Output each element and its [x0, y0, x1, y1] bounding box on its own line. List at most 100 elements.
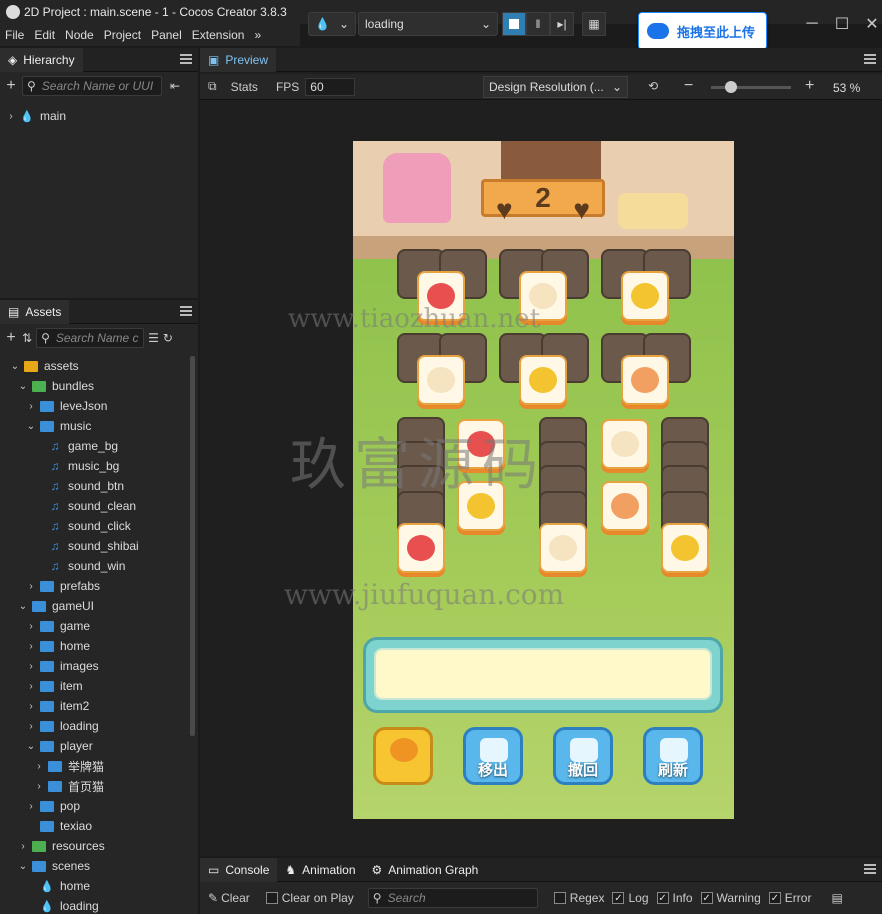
clear-on-play-checkbox[interactable]: Clear on Play — [265, 891, 354, 905]
chevron-right-icon[interactable]: › — [26, 661, 36, 672]
asset-item[interactable]: ⌄ assets — [0, 356, 198, 376]
pause-button[interactable]: ‖ — [526, 12, 550, 36]
add-asset-icon[interactable]: + — [4, 329, 18, 347]
chevron-down-icon[interactable]: ⌄ — [18, 601, 28, 612]
tab-animation[interactable]: ♞ Animation — [277, 858, 363, 882]
chevron-right-icon[interactable]: › — [6, 111, 16, 122]
asset-item[interactable]: › game — [0, 616, 198, 636]
asset-item[interactable]: › prefabs — [0, 576, 198, 596]
game-tile[interactable] — [539, 523, 587, 573]
hierarchy-menu-icon[interactable] — [180, 54, 192, 64]
close-button[interactable]: ✕ — [858, 12, 882, 36]
menu-node[interactable]: Node — [60, 28, 99, 42]
chevron-right-icon[interactable]: › — [26, 401, 36, 412]
chevron-right-icon[interactable]: › — [26, 721, 36, 732]
asset-item[interactable]: › leveJson — [0, 396, 198, 416]
game-tile[interactable] — [397, 523, 445, 573]
refresh-button[interactable]: 刷新 — [643, 727, 703, 785]
game-tile[interactable] — [519, 355, 567, 405]
asset-item[interactable]: ♫ music_bg — [0, 456, 198, 476]
chevron-down-icon[interactable]: ⌄ — [26, 421, 36, 432]
rotate-icon[interactable]: ⟲ — [648, 79, 658, 93]
game-tile[interactable] — [621, 355, 669, 405]
chevron-right-icon[interactable]: › — [26, 621, 36, 632]
checkbox-box[interactable] — [553, 892, 566, 904]
stop-button[interactable] — [502, 12, 526, 36]
zoom-slider-handle[interactable] — [725, 81, 737, 93]
assets-search-input[interactable]: ⚲ Search Name c — [36, 328, 145, 348]
maximize-button[interactable]: ☐ — [828, 12, 856, 36]
console-menu-icon[interactable] — [864, 864, 876, 874]
hierarchy-item-main[interactable]: › 💧 main — [0, 106, 198, 126]
asset-item[interactable]: ⌄ player — [0, 736, 198, 756]
asset-item[interactable]: texiao — [0, 816, 198, 836]
asset-item[interactable]: › item2 — [0, 696, 198, 716]
game-tile[interactable] — [661, 523, 709, 573]
minimize-button[interactable]: ─ — [798, 12, 826, 36]
design-resolution-select[interactable]: Design Resolution (... ⌄ — [483, 76, 628, 98]
asset-item[interactable]: › pop — [0, 796, 198, 816]
checkbox-box[interactable]: ✓ — [768, 892, 781, 904]
tab-assets[interactable]: ▤ Assets — [0, 299, 70, 324]
engine-mode-dropdown[interactable]: 💧 ⌄ — [308, 12, 356, 36]
tab-hierarchy[interactable]: ◈ Hierarchy — [0, 47, 83, 72]
chevron-right-icon[interactable]: › — [34, 761, 44, 772]
chevron-right-icon[interactable]: › — [26, 801, 36, 812]
step-button[interactable]: ▸| — [550, 12, 574, 36]
asset-item[interactable]: › 首页猫 — [0, 776, 198, 796]
asset-item[interactable]: › item — [0, 676, 198, 696]
collapse-all-icon[interactable]: ⇤ — [170, 79, 180, 93]
console-options-icon[interactable]: ▤ — [831, 891, 842, 905]
menu-project[interactable]: Project — [99, 28, 146, 42]
asset-item[interactable]: › loading — [0, 716, 198, 736]
filter-icon[interactable]: ☰ — [148, 331, 159, 345]
checkbox-box[interactable] — [265, 892, 278, 904]
asset-item[interactable]: › 举牌猫 — [0, 756, 198, 776]
chevron-right-icon[interactable]: › — [26, 681, 36, 692]
asset-item[interactable]: 💧 loading — [0, 896, 198, 914]
asset-item[interactable]: › images — [0, 656, 198, 676]
chevron-right-icon[interactable]: › — [26, 641, 36, 652]
asset-item[interactable]: ♫ sound_clean — [0, 496, 198, 516]
hierarchy-search-input[interactable]: ⚲ Search Name or UUI — [22, 76, 162, 96]
add-node-icon[interactable]: + — [4, 77, 18, 95]
asset-item[interactable]: ♫ sound_shibai — [0, 536, 198, 556]
move-out-button[interactable]: 移出 — [463, 727, 523, 785]
chevron-right-icon[interactable]: › — [18, 841, 28, 852]
checkbox-box[interactable]: ✓ — [656, 892, 669, 904]
filter-error-checkbox[interactable]: ✓ Error — [768, 891, 811, 905]
filter-warning-checkbox[interactable]: ✓ Warning — [700, 891, 761, 905]
menu-edit[interactable]: Edit — [29, 28, 60, 42]
zoom-out-icon[interactable]: − — [684, 77, 693, 95]
filter-log-checkbox[interactable]: ✓ Log — [612, 891, 649, 905]
checkbox-box[interactable]: ✓ — [700, 892, 713, 904]
undo-button[interactable]: 撤回 — [553, 727, 613, 785]
game-tile[interactable] — [601, 419, 649, 469]
zoom-slider[interactable] — [711, 86, 791, 89]
assets-scrollbar[interactable] — [190, 356, 195, 736]
chevron-down-icon[interactable]: ⌄ — [10, 361, 20, 372]
zoom-in-icon[interactable]: + — [805, 77, 814, 95]
checkbox-box[interactable]: ✓ — [612, 892, 625, 904]
asset-item[interactable]: ⌄ music — [0, 416, 198, 436]
upload-button[interactable]: 拖拽至此上传 — [638, 12, 767, 50]
asset-item[interactable]: 💧 home — [0, 876, 198, 896]
assets-menu-icon[interactable] — [180, 306, 192, 316]
asset-item[interactable]: ♫ sound_btn — [0, 476, 198, 496]
preview-scene-select[interactable]: loading ⌄ — [358, 12, 498, 36]
chevron-right-icon[interactable]: › — [26, 701, 36, 712]
clear-button[interactable]: ✎ Clear — [208, 891, 250, 905]
chevron-down-icon[interactable]: ⌄ — [26, 741, 36, 752]
game-tile[interactable] — [601, 481, 649, 531]
menu-more-icon[interactable]: » — [249, 28, 266, 42]
chevron-right-icon[interactable]: › — [26, 581, 36, 592]
asset-item[interactable]: ♫ sound_click — [0, 516, 198, 536]
menu-panel[interactable]: Panel — [146, 28, 187, 42]
settings-button[interactable] — [373, 727, 433, 785]
asset-item[interactable]: ⌄ scenes — [0, 856, 198, 876]
sort-icon[interactable]: ⇅ — [22, 331, 32, 345]
tab-preview[interactable]: ▣ Preview — [200, 47, 277, 72]
preview-menu-icon[interactable] — [864, 54, 876, 64]
chevron-down-icon[interactable]: ⌄ — [18, 861, 28, 872]
tab-animation-graph[interactable]: ⚙ Animation Graph — [364, 858, 487, 882]
